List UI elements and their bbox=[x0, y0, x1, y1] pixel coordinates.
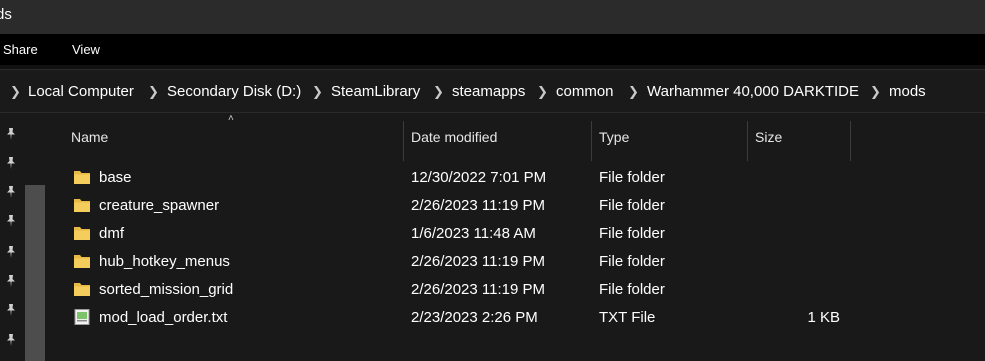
column-header-type[interactable]: Type bbox=[592, 121, 748, 161]
column-header-name[interactable]: Name bbox=[66, 121, 404, 161]
file-date: 2/26/2023 11:19 PM bbox=[411, 253, 545, 270]
list-item[interactable]: mod_load_order.txt 2/23/2023 2:26 PM TXT… bbox=[66, 303, 886, 331]
breadcrumb-chevron-icon[interactable]: ❯ bbox=[870, 84, 881, 100]
file-name: dmf bbox=[99, 225, 125, 242]
folder-icon bbox=[73, 169, 91, 185]
file-type: File folder bbox=[599, 225, 665, 242]
breadcrumb-darktide[interactable]: Warhammer 40,000 DARKTIDE bbox=[647, 83, 859, 100]
address-bar[interactable]: ❯ Local Computer ❯ Secondary Disk (D:) ❯… bbox=[0, 69, 985, 113]
nav-scrollbar-thumb[interactable] bbox=[25, 185, 45, 361]
file-list: ˄ Name Date modified Type Size base 12/3… bbox=[46, 113, 985, 361]
list-item[interactable]: sorted_mission_grid 2/26/2023 11:19 PM F… bbox=[66, 275, 886, 303]
column-label: Size bbox=[755, 129, 783, 145]
folder-icon bbox=[73, 281, 91, 297]
ribbon-tabs: Share View bbox=[0, 34, 985, 65]
pin-icon[interactable] bbox=[4, 127, 18, 141]
list-item[interactable]: hub_hotkey_menus 2/26/2023 11:19 PM File… bbox=[66, 247, 886, 275]
list-item[interactable]: base 12/30/2022 7:01 PM File folder bbox=[66, 163, 886, 191]
breadcrumb-steamapps[interactable]: steamapps bbox=[452, 83, 525, 100]
pin-icon[interactable] bbox=[4, 274, 18, 288]
title-bar: ds bbox=[0, 0, 985, 34]
breadcrumb-chevron-icon[interactable]: ❯ bbox=[628, 84, 639, 100]
file-type: File folder bbox=[599, 197, 665, 214]
file-type: File folder bbox=[599, 253, 665, 270]
file-type: File folder bbox=[599, 169, 665, 186]
column-header-size[interactable]: Size bbox=[748, 121, 851, 161]
breadcrumb-chevron-icon[interactable]: ❯ bbox=[10, 84, 21, 100]
file-date: 2/26/2023 11:19 PM bbox=[411, 281, 545, 298]
file-date: 1/6/2023 11:48 AM bbox=[411, 225, 536, 242]
pin-icon[interactable] bbox=[4, 245, 18, 259]
list-item[interactable]: creature_spawner 2/26/2023 11:19 PM File… bbox=[66, 191, 886, 219]
text-file-icon bbox=[73, 309, 91, 325]
column-label: Name bbox=[71, 129, 109, 145]
breadcrumb-local-computer[interactable]: Local Computer bbox=[28, 83, 134, 100]
list-item[interactable]: dmf 1/6/2023 11:48 AM File folder bbox=[66, 219, 886, 247]
column-label: Type bbox=[599, 129, 630, 145]
pin-icon[interactable] bbox=[4, 156, 18, 170]
column-header-date[interactable]: Date modified bbox=[404, 121, 592, 161]
tab-share[interactable]: Share bbox=[3, 42, 38, 57]
breadcrumb-chevron-icon[interactable]: ❯ bbox=[148, 84, 159, 100]
file-name: sorted_mission_grid bbox=[99, 281, 234, 298]
breadcrumb-chevron-icon[interactable]: ❯ bbox=[433, 84, 444, 100]
file-name: creature_spawner bbox=[99, 197, 220, 214]
folder-icon bbox=[73, 197, 91, 213]
column-divider[interactable] bbox=[850, 121, 851, 161]
pin-icon[interactable] bbox=[4, 303, 18, 317]
column-label: Date modified bbox=[411, 129, 498, 145]
breadcrumb-chevron-icon[interactable]: ❯ bbox=[312, 84, 323, 100]
file-name: mod_load_order.txt bbox=[99, 309, 228, 326]
folder-icon bbox=[73, 253, 91, 269]
pin-icon[interactable] bbox=[4, 333, 18, 347]
file-date: 2/26/2023 11:19 PM bbox=[411, 197, 545, 214]
file-type: File folder bbox=[599, 281, 665, 298]
breadcrumb-mods[interactable]: mods bbox=[889, 83, 926, 100]
breadcrumb-chevron-icon[interactable]: ❯ bbox=[537, 84, 548, 100]
pin-icon[interactable] bbox=[4, 185, 18, 199]
file-size: 1 KB bbox=[807, 309, 840, 326]
file-date: 12/30/2022 7:01 PM bbox=[411, 169, 547, 186]
pin-icon[interactable] bbox=[4, 214, 18, 228]
window-title: ds bbox=[0, 6, 12, 23]
breadcrumb-secondary-disk[interactable]: Secondary Disk (D:) bbox=[167, 83, 301, 100]
breadcrumb-common[interactable]: common bbox=[556, 83, 614, 100]
tab-view[interactable]: View bbox=[72, 42, 100, 57]
folder-icon bbox=[73, 225, 91, 241]
file-date: 2/23/2023 2:26 PM bbox=[411, 309, 538, 326]
file-name: hub_hotkey_menus bbox=[99, 253, 230, 270]
file-name: base bbox=[99, 169, 132, 186]
file-type: TXT File bbox=[599, 309, 656, 326]
breadcrumb-steamlibrary[interactable]: SteamLibrary bbox=[331, 83, 420, 100]
